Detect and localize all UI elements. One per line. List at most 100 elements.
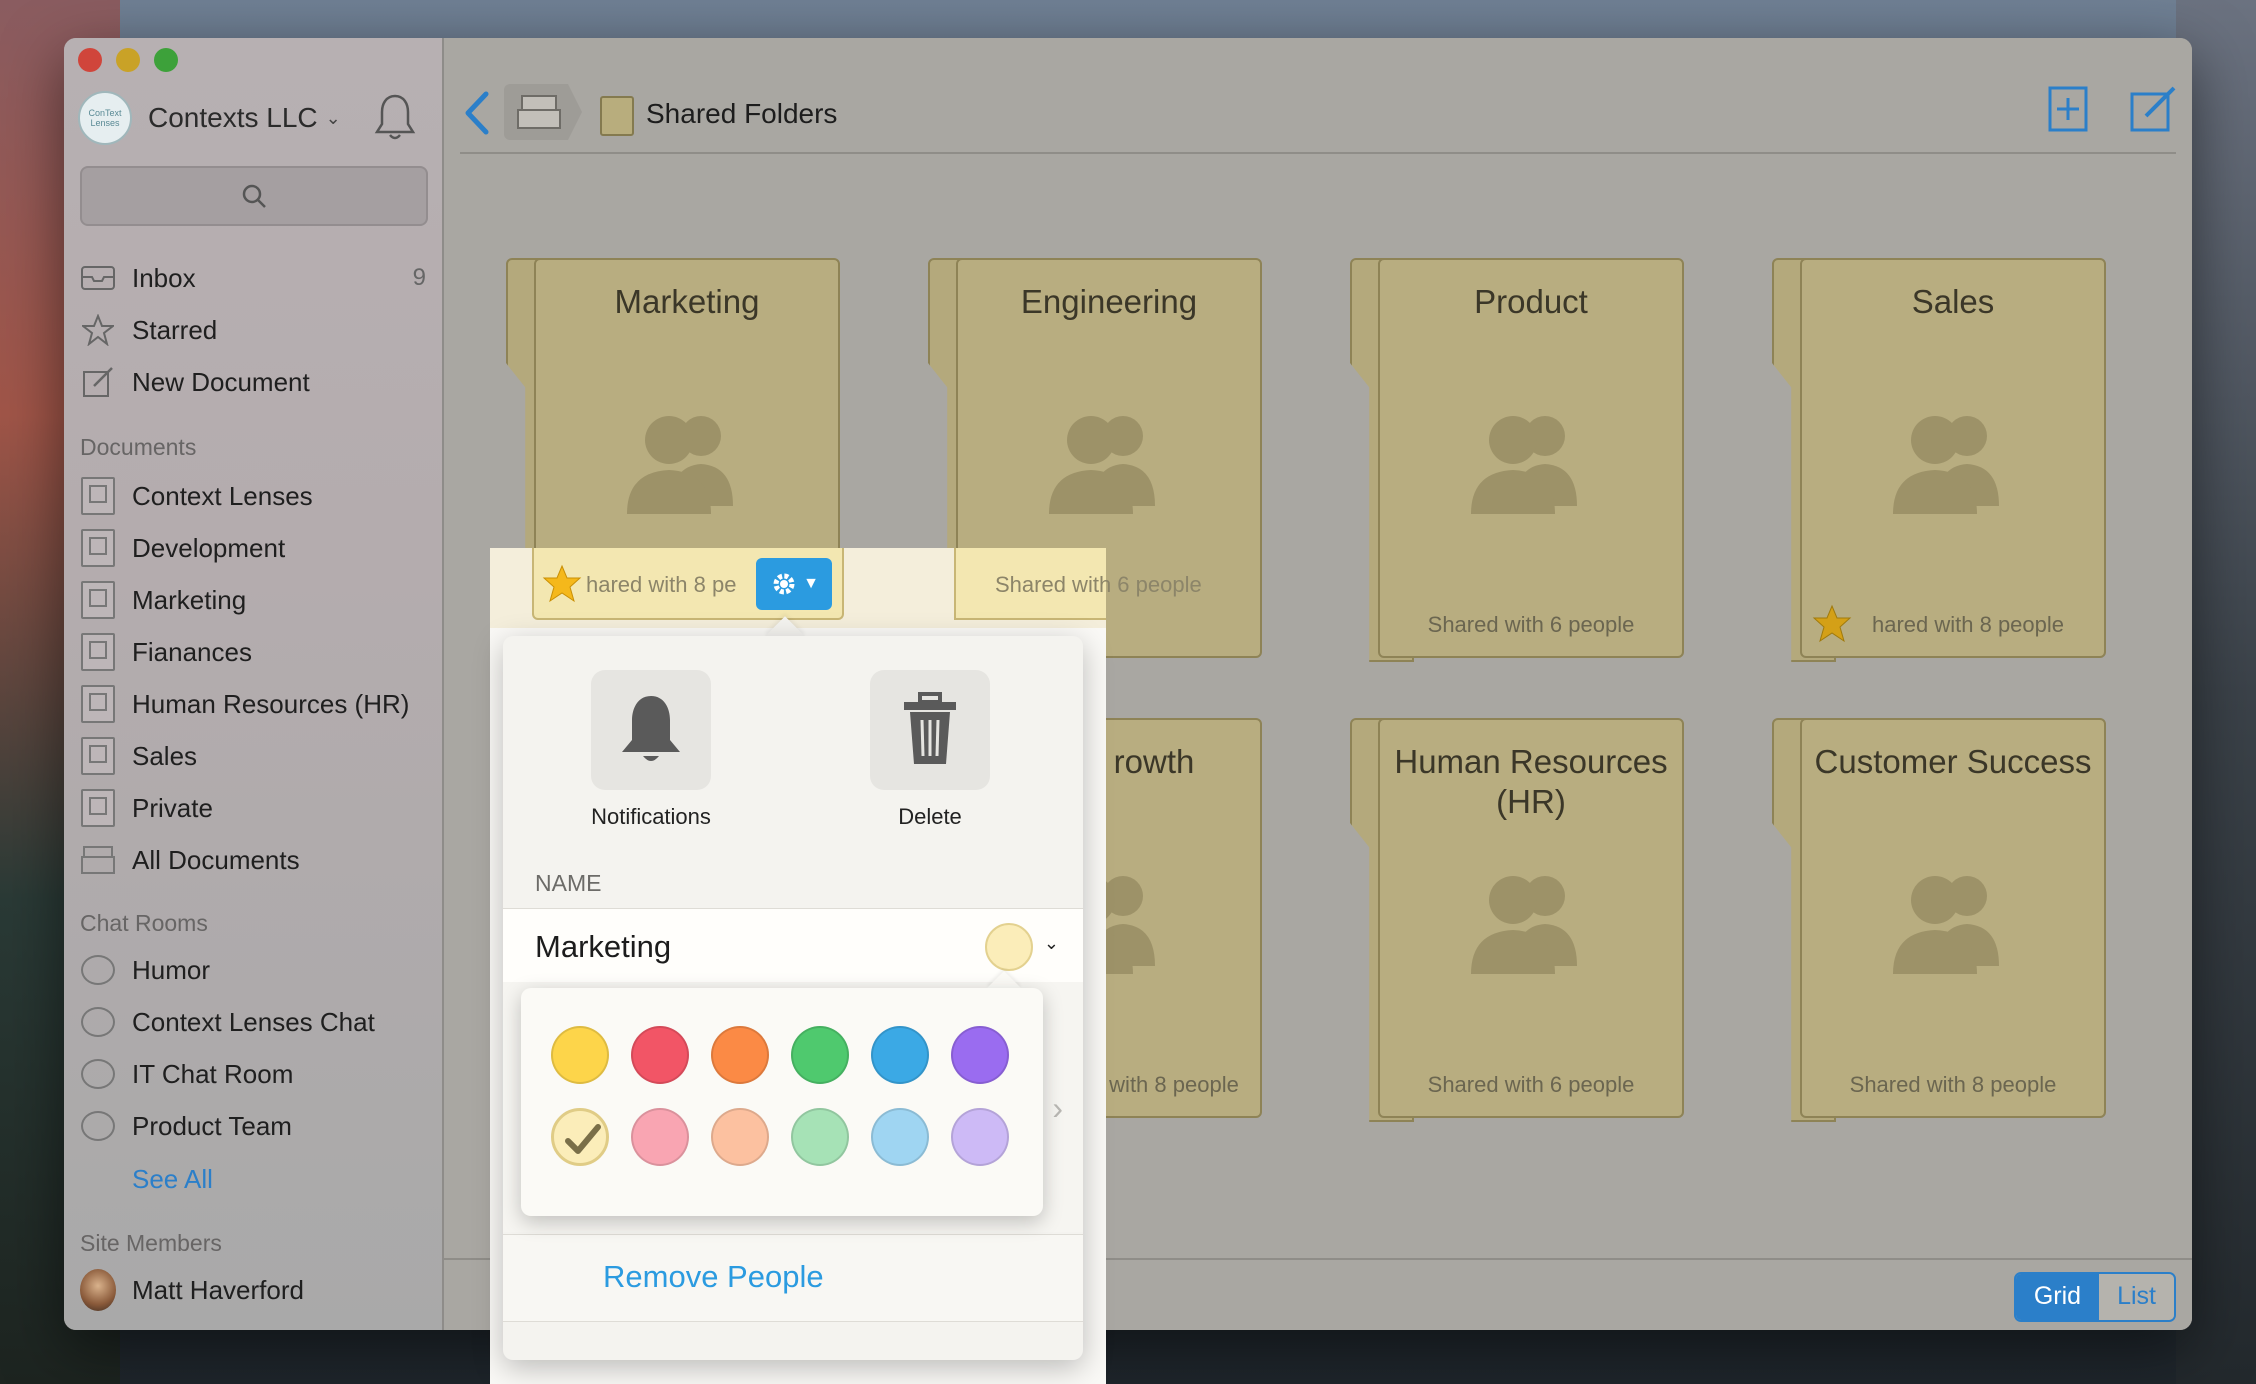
chevron-right-icon[interactable]: › xyxy=(1052,1090,1063,1127)
folder-shared-count: Shared with 8 people xyxy=(1849,1072,2057,1097)
folder-card-sales[interactable]: Sales hared with 8 people xyxy=(1772,258,2106,662)
folder-shared-count: with 8 people xyxy=(1109,1072,1239,1097)
window-controls xyxy=(78,48,178,72)
chat-rooms-section-header: Chat Rooms xyxy=(80,910,208,936)
sidebar-item-starred[interactable]: Starred xyxy=(80,308,426,352)
org-logo: ConText Lenses xyxy=(78,91,132,145)
color-swatch-light-orange[interactable] xyxy=(711,1108,769,1166)
color-swatch-light-green[interactable] xyxy=(791,1108,849,1166)
folder-shared-count: Shared with 6 people xyxy=(1427,1072,1635,1097)
sidebar-item-label: Sales xyxy=(132,740,198,771)
chevron-down-icon: ▼ xyxy=(803,575,819,592)
folder-card-human-resources[interactable]: Human Resources (HR) Shared with 6 peopl… xyxy=(1350,718,1684,1122)
folder-title: Marketing xyxy=(614,283,760,320)
view-toggle: Grid List xyxy=(2013,1272,2176,1322)
list-view-button[interactable]: List xyxy=(2099,1274,2174,1320)
sidebar-item-label: All Documents xyxy=(132,844,300,875)
sidebar-item-label: Humor xyxy=(132,954,211,985)
folder-color-button[interactable] xyxy=(985,923,1033,971)
sidebar-item-human-resources[interactable]: Human Resources (HR) xyxy=(80,682,426,726)
chevron-down-icon[interactable]: ⌄ xyxy=(1044,933,1059,954)
back-arrow-icon[interactable] xyxy=(460,88,494,138)
sidebar-item-product-team[interactable]: Product Team xyxy=(80,1104,426,1148)
sidebar-item-private[interactable]: Private xyxy=(80,786,426,830)
color-swatch-purple[interactable] xyxy=(951,1026,1009,1084)
notifications-label: Notifications xyxy=(591,804,711,829)
sidebar-item-sales[interactable]: Sales xyxy=(80,734,426,778)
member-name: Matt Haverford xyxy=(132,1274,304,1305)
sidebar-item-it-chat-room[interactable]: IT Chat Room xyxy=(80,1052,426,1096)
color-swatch-blue[interactable] xyxy=(871,1026,929,1084)
see-all-link[interactable]: See All xyxy=(132,1164,213,1195)
grid-view-button[interactable]: Grid xyxy=(2015,1274,2100,1320)
color-swatch-light-red[interactable] xyxy=(631,1108,689,1166)
color-swatch-red[interactable] xyxy=(631,1026,689,1084)
archive-icon xyxy=(517,95,561,129)
sidebar-item-label: New Document xyxy=(132,366,310,397)
folder-settings-button[interactable]: ▼ xyxy=(756,558,832,610)
sidebar-item-label: Context Lenses Chat xyxy=(132,1006,375,1037)
name-row: Marketing ⌄ xyxy=(503,908,1083,984)
sidebar-item-label: Human Resources (HR) xyxy=(132,688,410,719)
folder-name-field[interactable]: Marketing xyxy=(535,929,671,965)
sidebar-item-label: Private xyxy=(132,792,213,823)
lock-document-icon xyxy=(80,789,116,827)
breadcrumb-current: Shared Folders xyxy=(646,98,838,129)
close-window-button[interactable] xyxy=(78,48,102,72)
sidebar-item-inbox[interactable]: Inbox 9 xyxy=(80,256,426,300)
sidebar-item-context-lenses[interactable]: Context Lenses xyxy=(80,474,426,518)
folder-card-product[interactable]: Product Shared with 6 people xyxy=(1350,258,1684,662)
sidebar-item-all-documents[interactable]: All Documents xyxy=(80,838,426,882)
shared-document-icon xyxy=(80,529,116,567)
color-swatch-light-purple[interactable] xyxy=(951,1108,1009,1166)
inbox-icon xyxy=(80,262,116,294)
member-item[interactable]: Matt Haverford xyxy=(80,1268,426,1312)
color-swatch-orange[interactable] xyxy=(711,1026,769,1084)
minimize-window-button[interactable] xyxy=(116,48,140,72)
remove-people-row[interactable]: Remove People xyxy=(503,1234,1083,1322)
breadcrumb-root[interactable] xyxy=(504,84,582,140)
new-folder-icon[interactable] xyxy=(2044,86,2090,132)
color-swatch-green[interactable] xyxy=(791,1026,849,1084)
compose-icon[interactable] xyxy=(2130,86,2176,132)
sidebar-item-label: Marketing xyxy=(132,584,247,615)
sidebar-item-marketing[interactable]: Marketing xyxy=(80,578,426,622)
folder-card-customer-success[interactable]: Customer Success Shared with 8 people xyxy=(1772,718,2106,1122)
delete-action[interactable]: Delete xyxy=(870,670,990,830)
remove-people-button[interactable]: Remove People xyxy=(603,1259,824,1295)
org-name: Contexts LLC xyxy=(148,102,318,133)
folder-title: Sales xyxy=(1911,283,1995,320)
chat-bubble-icon xyxy=(80,1006,116,1038)
sidebar-item-humor[interactable]: Humor xyxy=(80,948,426,992)
sidebar-item-new-document[interactable]: New Document xyxy=(80,360,426,404)
checkmark-icon xyxy=(565,1124,601,1154)
people-icon xyxy=(1471,876,1577,974)
color-swatch-yellow[interactable] xyxy=(551,1026,609,1084)
search-field[interactable] xyxy=(80,166,428,226)
shared-document-icon xyxy=(80,581,116,619)
chat-bubble-icon xyxy=(80,954,116,986)
people-icon xyxy=(1893,876,1999,974)
color-swatch-light-yellow[interactable] xyxy=(551,1108,609,1166)
org-switcher[interactable]: ConText Lenses Contexts LLC ⌄ xyxy=(78,90,428,146)
sidebar-item-label: Product Team xyxy=(132,1110,292,1141)
sidebar-item-context-lenses-chat[interactable]: Context Lenses Chat xyxy=(80,1000,426,1044)
name-section-header: NAME xyxy=(535,870,602,896)
shared-document-icon xyxy=(80,633,116,671)
trash-icon xyxy=(904,692,956,764)
people-icon xyxy=(1049,416,1155,514)
color-swatch-light-blue[interactable] xyxy=(871,1108,929,1166)
zoom-window-button[interactable] xyxy=(154,48,178,72)
sidebar-item-development[interactable]: Development xyxy=(80,526,426,570)
shared-document-icon xyxy=(80,477,116,515)
sidebar-item-fianances[interactable]: Fianances xyxy=(80,630,426,674)
star-icon xyxy=(80,314,116,346)
color-picker xyxy=(521,988,1043,1216)
bell-icon[interactable] xyxy=(372,92,418,142)
people-icon xyxy=(1893,416,1999,514)
notifications-action[interactable]: Notifications xyxy=(591,670,711,830)
folder-icon xyxy=(600,96,634,136)
shared-document-icon xyxy=(80,685,116,723)
people-document-icon xyxy=(80,737,116,775)
folder-title: Product xyxy=(1474,283,1588,320)
